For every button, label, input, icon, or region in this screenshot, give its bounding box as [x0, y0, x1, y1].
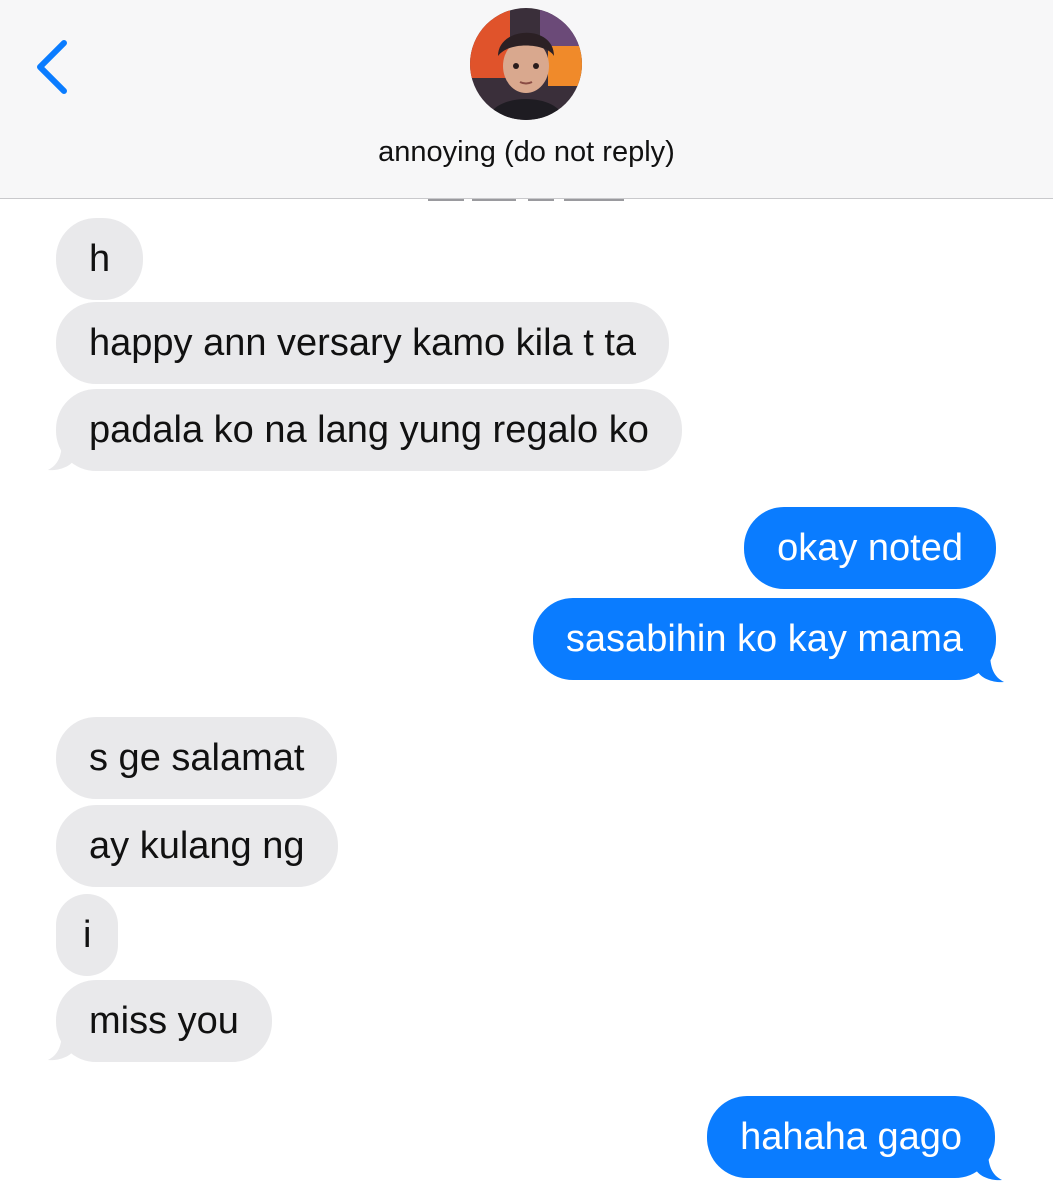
back-button[interactable] [30, 38, 76, 96]
message-bubble-received[interactable]: h [56, 218, 144, 300]
chevron-left-icon [37, 40, 67, 94]
message-bubble-sent[interactable]: sasabihin ko kay mama [532, 598, 996, 680]
conversation-header: annoying (do not reply) [0, 0, 1053, 199]
message-bubble-received[interactable]: happy ann versary kamo kila t ta [56, 302, 670, 384]
contact-name[interactable]: annoying (do not reply) [0, 136, 1053, 169]
message-bubble-received[interactable]: padala ko na lang yung regalo ko [56, 389, 682, 471]
message-bubble-received[interactable]: ay kulang ng [56, 805, 338, 887]
message-bubble-sent[interactable]: okay noted [744, 507, 996, 589]
contact-avatar[interactable] [470, 8, 582, 120]
message-bubble-received[interactable]: miss you [56, 980, 272, 1062]
avatar-image [470, 8, 582, 120]
message-bubble-received[interactable]: i [56, 894, 119, 976]
messages-screen: annoying (do not reply) h happy ann vers… [0, 0, 1053, 1200]
message-bubble-sent[interactable]: hahaha gago [707, 1096, 995, 1178]
message-bubble-received[interactable]: s ge salamat [56, 717, 338, 799]
